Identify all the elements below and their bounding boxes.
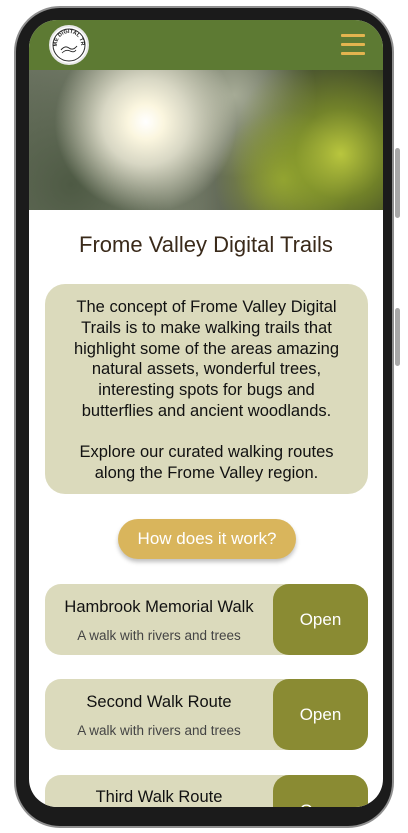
intro-card: The concept of Frome Valley Digital Trai… [45,284,368,494]
walk-subtitle: A walk with rivers and trees [77,628,241,643]
top-bar: FROME DIGITAL TRAILS [29,20,383,70]
page-title: Frome Valley Digital Trails [79,232,333,257]
walk-title: Third Walk Route [95,788,223,806]
open-walk-button[interactable]: Open [273,584,368,655]
open-walk-button[interactable]: Open [273,775,368,807]
walk-subtitle: A walk with rivers and trees [77,723,241,738]
logo-text-top: FROME DIGITAL TRAILS [49,23,85,47]
logo-icon: FROME DIGITAL TRAILS [49,23,86,62]
logo[interactable]: FROME DIGITAL TRAILS [49,23,89,65]
walk-card: Hambrook Memorial Walk A walk with river… [45,584,368,655]
intro-paragraph-1: The concept of Frome Valley Digital Trai… [73,298,340,420]
how-does-it-work-button[interactable]: How does it work? [118,519,296,559]
hero-image [29,70,383,210]
volume-button [395,148,400,218]
app-screen: FROME DIGITAL TRAILS Frome Valley Digita… [29,20,383,807]
power-button [395,308,400,366]
svg-text:FROME DIGITAL TRAILS: FROME DIGITAL TRAILS [51,27,85,47]
open-walk-button[interactable]: Open [273,679,368,750]
walk-card: Second Walk Route A walk with rivers and… [45,679,368,750]
walk-title: Second Walk Route [86,693,232,711]
walk-title: Hambrook Memorial Walk [64,598,254,616]
hamburger-menu-icon[interactable] [341,34,365,58]
walk-card: Third Walk Route Open [45,775,368,807]
intro-paragraph-2: Explore our curated walking routes along… [79,442,334,482]
